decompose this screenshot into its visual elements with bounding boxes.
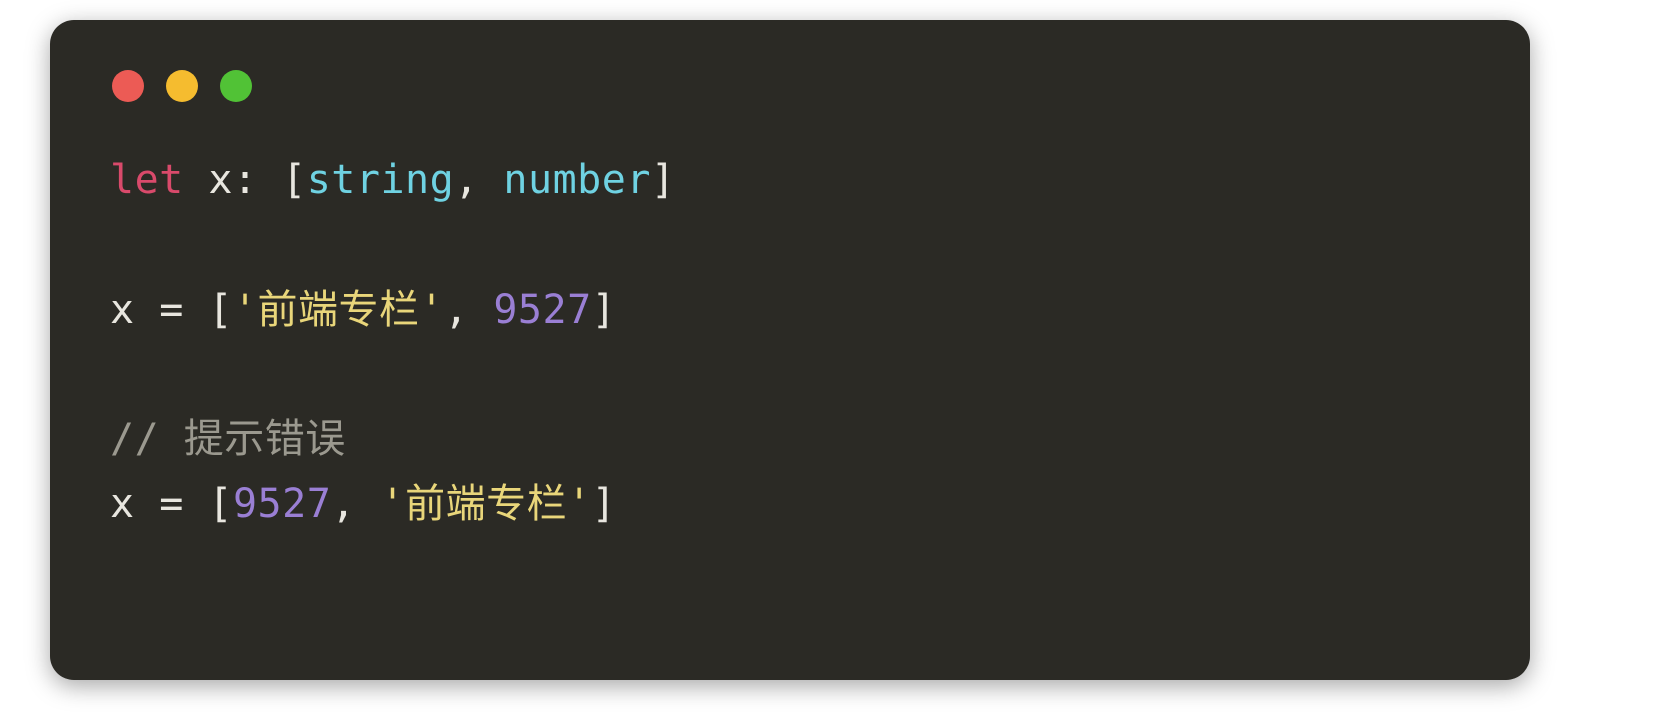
variable-x: x [110, 287, 135, 333]
comma: , [331, 481, 356, 527]
variable-x: x [110, 481, 135, 527]
bracket-close: ] [592, 481, 617, 527]
code-block: let x: [string, number] x = ['前端专栏', 952… [110, 148, 1470, 537]
string-literal: '前端专栏' [233, 287, 444, 333]
bracket-open: [ [208, 481, 233, 527]
colon: : [233, 157, 258, 203]
close-icon [112, 70, 144, 102]
type-number: number [503, 157, 651, 203]
comma: , [444, 287, 469, 333]
equals: = [159, 481, 184, 527]
bracket-open: [ [282, 157, 307, 203]
bracket-close: ] [651, 157, 676, 203]
bracket-close: ] [592, 287, 617, 333]
comma: , [454, 157, 479, 203]
bracket-open: [ [208, 287, 233, 333]
string-literal: '前端专栏' [380, 481, 591, 527]
keyword-let: let [110, 157, 184, 203]
number-literal: 9527 [233, 481, 331, 527]
minimize-icon [166, 70, 198, 102]
window-traffic-lights [112, 70, 1470, 102]
maximize-icon [220, 70, 252, 102]
equals: = [159, 287, 184, 333]
variable-x: x [208, 157, 233, 203]
number-literal: 9527 [493, 287, 591, 333]
type-string: string [307, 157, 455, 203]
code-card: let x: [string, number] x = ['前端专栏', 952… [50, 20, 1530, 680]
comment: // 提示错误 [110, 416, 346, 462]
